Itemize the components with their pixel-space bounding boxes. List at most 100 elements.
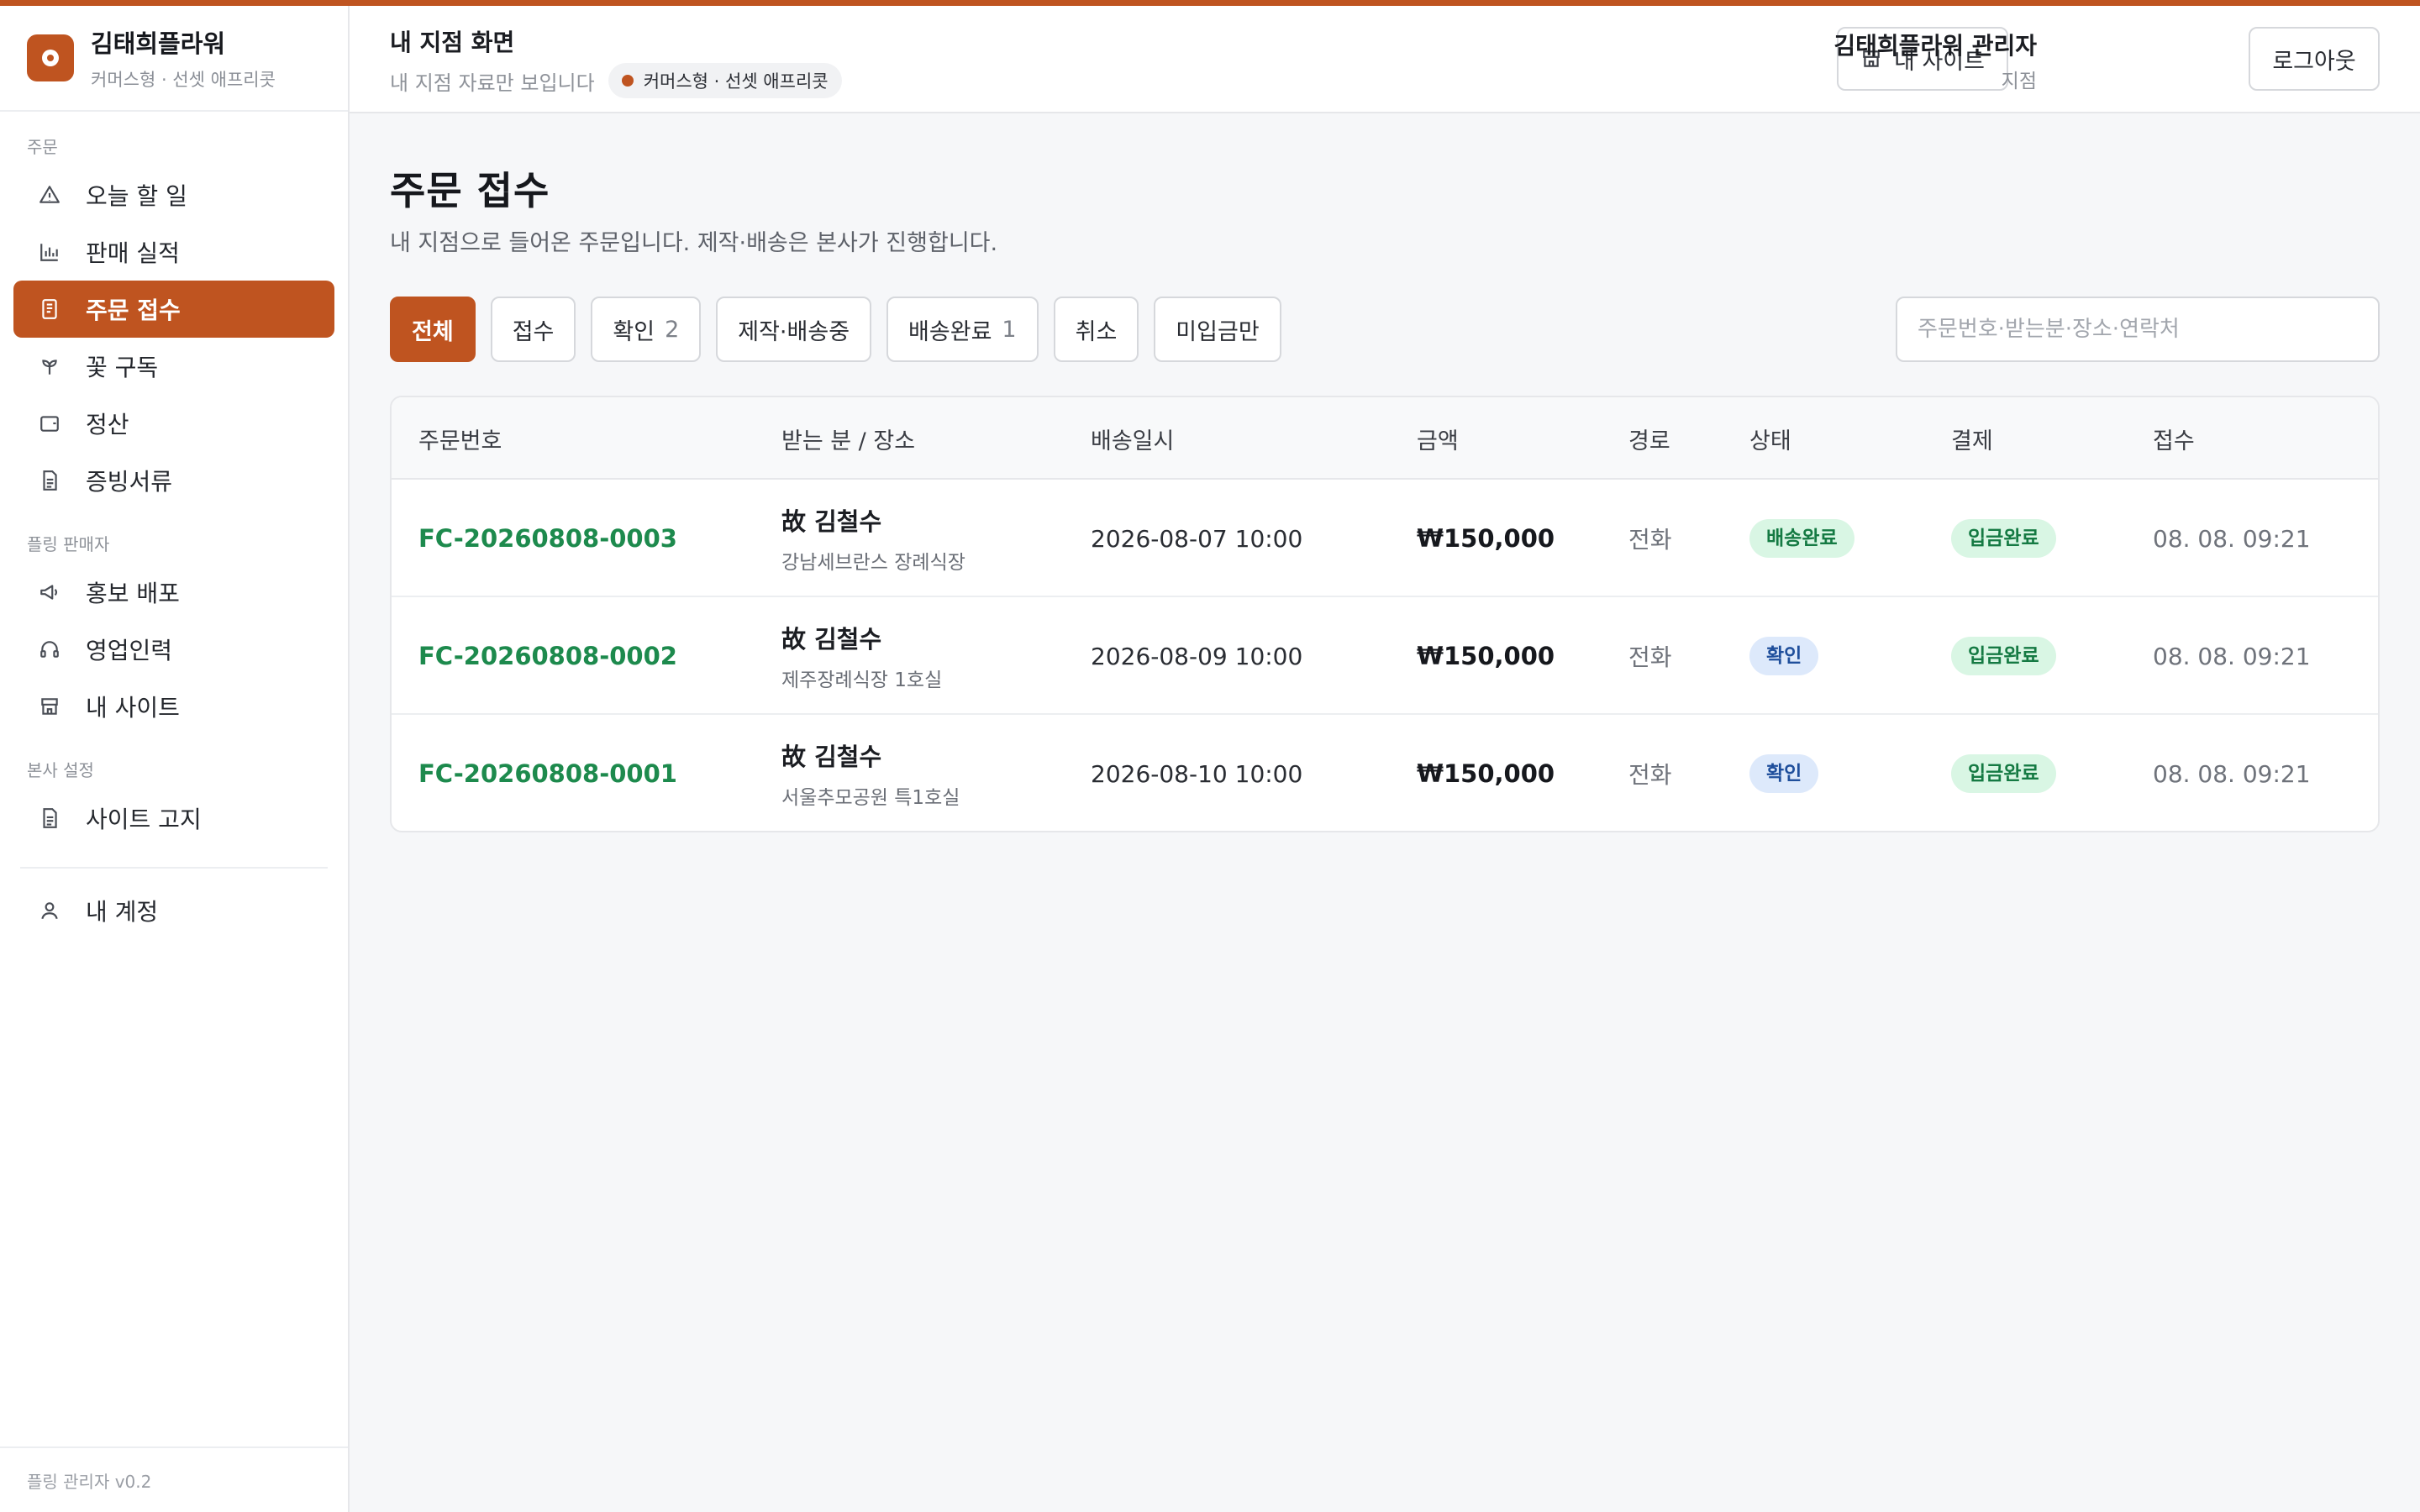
admin-role: 지점 (2001, 71, 2037, 92)
delivery-datetime: 2026-08-10 10:00 (1091, 759, 1303, 788)
filter-in-production[interactable]: 제작·배송중 (716, 297, 872, 362)
bar-chart-icon (35, 238, 64, 266)
sidebar-item-my-account[interactable]: 내 계정 (13, 882, 334, 939)
payment-badge: 입금완료 (1951, 754, 2056, 793)
order-channel: 전화 (1628, 526, 1672, 554)
filter-label: 제작·배송중 (738, 318, 850, 345)
filter-unpaid-only[interactable]: 미입금만 (1154, 297, 1281, 362)
recipient-name: 故 김철수 (781, 743, 882, 771)
logout-button[interactable]: 로그아웃 (2249, 27, 2380, 91)
shop-theme-chip: 커머스형 · 선셋 애프리콧 (608, 63, 842, 98)
status-badge: 확인 (1749, 637, 1819, 675)
filter-count: 2 (665, 316, 680, 343)
table-row[interactable]: FC-20260808-0002 故 김철수 제주장례식장 1호실 2026-0… (392, 597, 2378, 715)
filter-confirmed[interactable]: 확인 2 (591, 297, 702, 362)
column-header-channel[interactable]: 경로 (1628, 397, 1670, 480)
filter-label: 취소 (1075, 318, 1118, 345)
column-header-delivery[interactable]: 배송일시 (1091, 397, 1174, 480)
sidebar-item-site-notice[interactable]: 사이트 고지 (13, 790, 334, 847)
sidebar-item-label: 증빙서류 (86, 468, 173, 496)
column-header-order-no[interactable]: 주문번호 (418, 397, 502, 480)
filter-delivered[interactable]: 배송완료 1 (886, 297, 1039, 362)
flower-logo-icon (27, 34, 74, 81)
filter-label: 확인 (613, 318, 655, 345)
sidebar-item-documents[interactable]: 증빙서류 (13, 452, 334, 509)
column-header-amount[interactable]: 금액 (1417, 397, 1459, 480)
order-amount: ₩150,000 (1417, 524, 1555, 553)
sidebar-footer-version: 플링 관리자 v0.2 (0, 1446, 348, 1512)
table-header: 주문번호 받는 분 / 장소 배송일시 금액 경로 상태 결제 접수 (392, 397, 2378, 480)
column-header-received[interactable]: 접수 (2153, 397, 2195, 480)
order-amount: ₩150,000 (1417, 759, 1555, 788)
filter-cancelled[interactable]: 취소 (1053, 297, 1139, 362)
table-row[interactable]: FC-20260808-0001 故 김철수 서울추모공원 특1호실 2026-… (392, 715, 2378, 831)
column-header-payment[interactable]: 결제 (1951, 397, 1993, 480)
page-description: 내 지점으로 들어온 주문입니다. 제작·배송은 본사가 진행합니다. (390, 230, 998, 256)
order-search-input[interactable] (1896, 297, 2380, 362)
top-header: 내 지점 화면 내 지점 자료만 보입니다 커머스형 · 선셋 애프리콧 내 사… (350, 6, 2420, 113)
sidebar-item-sales[interactable]: 판매 실적 (13, 223, 334, 281)
delivery-datetime: 2026-08-09 10:00 (1091, 642, 1303, 670)
order-amount: ₩150,000 (1417, 642, 1555, 670)
received-time: 08. 08. 09:21 (2153, 759, 2311, 788)
header-subtitle-row: 내 지점 자료만 보입니다 커머스형 · 선셋 애프리콧 (390, 63, 842, 98)
sidebar-item-label: 오늘 할 일 (86, 182, 187, 210)
order-channel: 전화 (1628, 643, 1672, 671)
payment-badge: 입금완료 (1951, 637, 2056, 675)
sidebar-item-label: 내 사이트 (86, 694, 180, 722)
table-row[interactable]: FC-20260808-0003 故 김철수 강남세브란스 장례식장 2026-… (392, 480, 2378, 597)
sprout-icon (35, 352, 64, 381)
megaphone-icon (35, 578, 64, 606)
main-content: 주문 접수 내 지점으로 들어온 주문입니다. 제작·배송은 본사가 진행합니다… (350, 113, 2420, 1512)
delivery-datetime: 2026-08-07 10:00 (1091, 524, 1303, 553)
sidebar-item-label: 영업인력 (86, 637, 173, 664)
receipt-icon (35, 295, 64, 323)
sidebar-section-order: 주문 (27, 137, 58, 157)
recipient-name: 故 김철수 (781, 625, 882, 654)
header-subtitle: 내 지점 자료만 보입니다 (390, 71, 595, 95)
received-time: 08. 08. 09:21 (2153, 524, 2311, 553)
sidebar-item-label: 꽃 구독 (86, 354, 159, 381)
admin-name: 김태희플라워 관리자 (1833, 32, 2037, 60)
filter-all[interactable]: 전체 (390, 297, 476, 362)
sidebar-item-promotion[interactable]: 홍보 배포 (13, 564, 334, 621)
order-number-link[interactable]: FC-20260808-0001 (418, 759, 677, 788)
payment-badge: 입금완료 (1951, 519, 2056, 558)
filter-count: 1 (1002, 316, 1017, 343)
sidebar-item-today-tasks[interactable]: 오늘 할 일 (13, 166, 334, 223)
status-filter-bar: 전체 접수 확인 2 제작·배송중 배송완료 1 취소 미입금만 (390, 297, 1281, 362)
sidebar-item-my-site[interactable]: 내 사이트 (13, 678, 334, 735)
order-number-link[interactable]: FC-20260808-0003 (418, 524, 677, 553)
page-title: 주문 접수 (390, 168, 550, 213)
sidebar-item-settlement[interactable]: 정산 (13, 395, 334, 452)
column-header-recipient[interactable]: 받는 분 / 장소 (781, 397, 915, 480)
status-badge: 배송완료 (1749, 519, 1854, 558)
filter-label: 배송완료 (908, 318, 992, 345)
recipient-place: 서울추모공원 특1호실 (781, 787, 960, 809)
sidebar-item-sales-staff[interactable]: 영업인력 (13, 621, 334, 678)
document-icon (35, 466, 64, 495)
received-time: 08. 08. 09:21 (2153, 642, 2311, 670)
order-number-link[interactable]: FC-20260808-0002 (418, 642, 677, 670)
user-icon (35, 896, 64, 925)
filter-received[interactable]: 접수 (490, 297, 576, 362)
recipient-place: 강남세브란스 장례식장 (781, 552, 965, 574)
theme-dot-icon (621, 75, 634, 87)
document-icon (35, 804, 64, 832)
sidebar-divider (20, 867, 328, 869)
brand-subtitle: 커머스형 · 선셋 애프리콧 (91, 70, 276, 90)
sidebar-item-subscription[interactable]: 꽃 구독 (13, 338, 334, 395)
filter-label: 미입금만 (1176, 318, 1260, 345)
sidebar-item-orders[interactable]: 주문 접수 (13, 281, 334, 338)
sidebar-item-label: 판매 실적 (86, 239, 180, 267)
brand[interactable]: 김태희플라워 커머스형 · 선셋 애프리콧 (0, 6, 348, 112)
recipient-name: 故 김철수 (781, 507, 882, 536)
filter-label: 전체 (412, 318, 454, 345)
store-icon (35, 692, 64, 721)
top-accent-bar (0, 0, 2420, 6)
recipient-place: 제주장례식장 1호실 (781, 669, 943, 691)
column-header-status[interactable]: 상태 (1749, 397, 1791, 480)
sidebar-item-label: 사이트 고지 (86, 806, 202, 833)
alert-triangle-icon (35, 181, 64, 209)
shop-theme-label: 커머스형 · 선셋 애프리콧 (643, 71, 829, 92)
